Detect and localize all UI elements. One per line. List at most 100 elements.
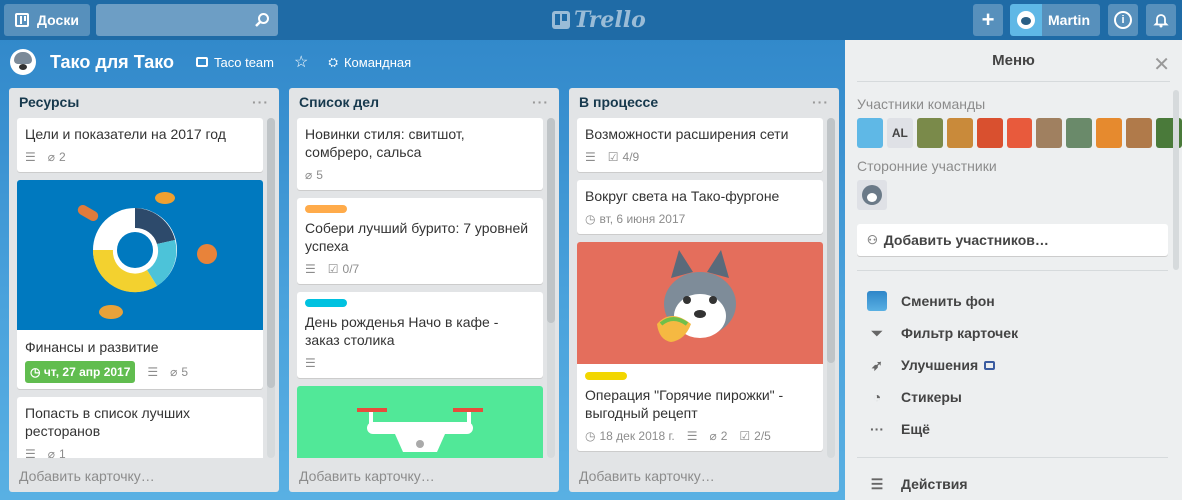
team-name: Taco team [214, 54, 274, 70]
background-swatch-icon [867, 291, 887, 311]
description-icon: ☰ [25, 150, 36, 164]
due-date-badge: ◷ вт, 6 июня 2017 [585, 210, 685, 228]
due-date: чт, 27 апр 2017 [43, 365, 131, 379]
list-title[interactable]: Список дел [299, 94, 379, 110]
card[interactable]: Попасть в список лучших ресторанов ☰ ⌀ 1 [17, 397, 263, 458]
avatar[interactable] [916, 118, 943, 148]
menu-item-stickers[interactable]: ◔ Стикеры [867, 381, 1182, 413]
card[interactable]: Финансы и развитие ◷ чт, 27 апр 2017 ☰ ⌀… [17, 180, 263, 389]
card[interactable]: День рожденья Начо в кафе - заказ столик… [297, 292, 543, 378]
card-badges: ◷ 18 дек 2018 г. ☰ ⌀ 2 ☑ 2/5 [585, 427, 815, 445]
list-menu-icon[interactable]: ··· [252, 94, 269, 110]
card[interactable]: Операция "Горячие пирожки" - выгодный ре… [577, 242, 823, 451]
list-header: В процессе ··· [569, 88, 839, 116]
add-card-button[interactable]: Добавить карточку… [19, 468, 155, 484]
card-label [305, 205, 347, 213]
list-menu-icon[interactable]: ··· [532, 94, 549, 110]
card[interactable]: Цели и показатели на 2017 год ☰ ⌀ 2 [17, 118, 263, 172]
avatar[interactable]: AL [886, 118, 913, 148]
avatar[interactable] [1096, 118, 1123, 148]
people-icon: ⛭ [328, 54, 338, 69]
card[interactable]: Новинки стиля: свитшот, сомбреро, сальса… [297, 118, 543, 190]
card-badges: ◷ вт, 6 июня 2017 [585, 210, 815, 228]
close-icon[interactable]: ✕ [1153, 52, 1170, 77]
avatar[interactable] [857, 180, 887, 210]
list-title[interactable]: В процессе [579, 94, 658, 110]
avatar[interactable] [1006, 118, 1033, 148]
paperclip-icon: ⌀ [170, 365, 178, 379]
create-button[interactable]: + [973, 4, 1003, 36]
star-button[interactable]: ☆ [294, 52, 308, 72]
avatar[interactable] [857, 118, 883, 148]
checklist-count: 0/7 [342, 262, 360, 276]
attachments-badge: ⌀ 5 [305, 166, 323, 184]
card[interactable]: Собери лучший бурито: 7 уровней успеха ☰… [297, 198, 543, 284]
list-cards: Возможности расширения сети ☰ ☑ 4/9 Вокру… [577, 118, 823, 458]
description-icon: ☰ [147, 365, 159, 379]
add-card-button[interactable]: Добавить карточку… [299, 468, 435, 484]
donut-chart-illustration [77, 192, 217, 319]
checkbox-icon: ☑ [327, 262, 339, 276]
list-scrollbar[interactable] [267, 118, 275, 458]
add-members-button[interactable]: ⚇ Добавить участников… [857, 224, 1168, 256]
menu-item-label: Ещё [901, 421, 930, 437]
list-in-progress: В процессе ··· Возможности расширения се… [569, 88, 839, 492]
avatar[interactable] [946, 118, 973, 148]
menu-scrollbar[interactable] [1173, 90, 1179, 270]
info-button[interactable]: i [1108, 4, 1138, 36]
activity-list-icon: ☰ [870, 475, 884, 492]
user-name: Martin [1048, 12, 1090, 28]
menu-item-change-background[interactable]: Сменить фон [867, 285, 1182, 317]
attachments-badge: ⌀ 2 [48, 148, 66, 166]
visibility-button[interactable]: ⛭ Командная [328, 55, 411, 70]
more-icon: ··· [870, 421, 884, 437]
list-scrollbar[interactable] [827, 118, 835, 458]
list-menu-icon[interactable]: ··· [812, 94, 829, 110]
list-scrollbar[interactable] [547, 118, 555, 458]
checklist-badge: ☑ 4/9 [608, 148, 639, 166]
list-cards: Новинки стиля: свитшот, сомбреро, сальса… [297, 118, 543, 458]
info-icon: i [1114, 11, 1132, 29]
menu-item-filter-cards[interactable]: ⏷ Фильтр карточек [867, 317, 1182, 349]
team-members-heading: Участники команды [857, 96, 986, 112]
avatar[interactable] [1126, 118, 1153, 148]
add-members-label: Добавить участников… [883, 232, 1049, 248]
menu-item-power-ups[interactable]: ➶ Улучшения [867, 349, 1182, 381]
checklist-badge: ☑ 2/5 [739, 427, 770, 445]
due-date: вт, 6 июня 2017 [599, 212, 686, 226]
card[interactable]: Вокруг света на Тако-фургоне ◷ вт, 6 июня… [577, 180, 823, 234]
card-title: Финансы и развитие [25, 339, 159, 355]
list-title[interactable]: Ресурсы [19, 94, 79, 110]
attachments-count: 5 [316, 168, 323, 182]
add-person-icon: ⚇ [867, 233, 878, 247]
boards-icon [15, 13, 30, 27]
checklist-count: 4/9 [622, 150, 640, 164]
due-date-badge: ◷ 18 дек 2018 г. [585, 427, 675, 445]
guests-avatars [857, 180, 1182, 210]
trello-logo[interactable]: Trello [552, 6, 646, 34]
checkbox-icon: ☑ [739, 429, 751, 443]
boards-button[interactable]: Доски [4, 4, 90, 36]
board-team[interactable]: Taco team [196, 55, 274, 70]
menu-title: Меню [857, 40, 1170, 82]
list-header: Ресурсы ··· [9, 88, 279, 116]
clock-icon: ◷ [585, 212, 596, 226]
add-card-button[interactable]: Добавить карточку… [579, 468, 715, 484]
card-cover-image [297, 386, 543, 458]
sticker-icon: ◔ [872, 389, 882, 405]
menu-item-activity[interactable]: ☰ Действия [867, 468, 1182, 500]
card[interactable]: Возможности расширения сети ☰ ☑ 4/9 [577, 118, 823, 172]
notifications-button[interactable] [1146, 4, 1176, 36]
attachments-badge: ⌀ 1 [48, 445, 66, 458]
avatar[interactable] [1066, 118, 1093, 148]
avatar[interactable] [1036, 118, 1063, 148]
star-icon: ☆ [294, 54, 309, 71]
card[interactable] [297, 386, 543, 458]
menu-item-more[interactable]: ··· Ещё [867, 413, 1182, 445]
card-title: Цели и показатели на 2017 год [25, 126, 226, 142]
avatar[interactable] [976, 118, 1003, 148]
user-menu-button[interactable]: Martin [1010, 4, 1100, 36]
attachments-count: 5 [181, 365, 189, 379]
board-title[interactable]: Тако для Тако [50, 52, 174, 73]
search-input[interactable] [96, 4, 278, 36]
